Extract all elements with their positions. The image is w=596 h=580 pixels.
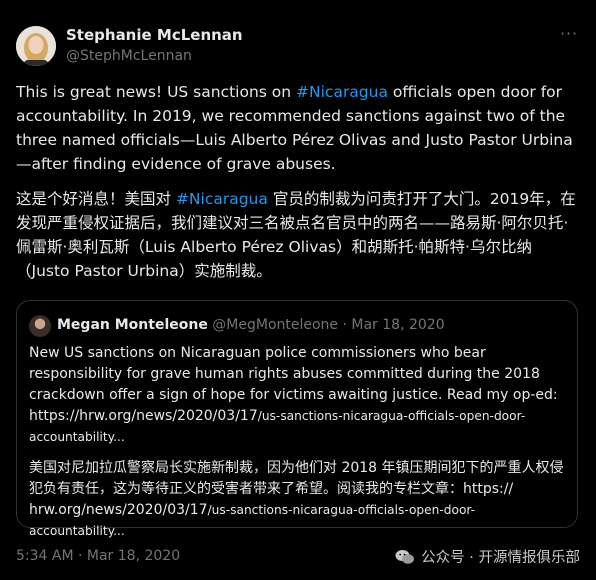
tweet-text-chinese: 这是个好消息！美国对 #Nicaragua 官员的制裁为问责打开了大门。2019… <box>16 187 580 283</box>
watermark: 公众号 · 开源情报俱乐部 <box>395 546 580 567</box>
text-segment: 美国对尼加拉瓜警察局长实施新制裁，因为他们对 2018 年镇压期间犯下的严重人权… <box>29 460 564 497</box>
link-host[interactable]: hrw.org/news/2020/03/17 <box>29 502 208 518</box>
quoted-tweet-header: Megan Monteleone @MegMonteleone · Mar 18… <box>57 317 445 333</box>
tweet-timestamp[interactable]: 5:34 AM · Mar 18, 2020 <box>16 548 180 564</box>
text-segment: New US sanctions on Nicaraguan police co… <box>29 345 558 403</box>
tweet-text-english: This is great news! US sanctions on #Nic… <box>16 80 580 176</box>
quoted-tweet-text: New US sanctions on Nicaraguan police co… <box>29 343 569 552</box>
text-segment: This is great news! US sanctions on <box>16 83 297 101</box>
tweet-card: Stephanie McLennan @StephMcLennan ··· Th… <box>0 0 596 580</box>
quoted-author-avatar[interactable] <box>29 315 51 337</box>
ellipsis-icon[interactable]: ··· <box>558 26 580 44</box>
quoted-author-handle[interactable]: @MegMonteleone <box>212 317 338 333</box>
hashtag-link[interactable]: #Nicaragua <box>296 83 388 101</box>
author-avatar[interactable] <box>16 26 56 66</box>
profile-photo-icon <box>16 26 56 66</box>
tweet-text: This is great news! US sanctions on #Nic… <box>16 80 580 294</box>
quoted-link-english[interactable]: https://hrw.org/news/2020/03/17/us-sanct… <box>29 408 525 445</box>
quoted-text-english: New US sanctions on Nicaraguan police co… <box>29 343 569 448</box>
quoted-tweet-date[interactable]: · Mar 18, 2020 <box>343 317 445 333</box>
link-host[interactable]: https://hrw.org/news/2020/03/17 <box>29 408 258 424</box>
quoted-author-name[interactable]: Megan Monteleone <box>57 317 208 333</box>
quoted-text-chinese: 美国对尼加拉瓜警察局长实施新制裁，因为他们对 2018 年镇压期间犯下的严重人权… <box>29 458 569 542</box>
text-segment: 这是个好消息！美国对 <box>16 190 176 208</box>
hashtag-link[interactable]: #Nicaragua <box>176 190 268 208</box>
quoted-tweet[interactable]: Megan Monteleone @MegMonteleone · Mar 18… <box>16 300 578 538</box>
author-name[interactable]: Stephanie McLennan <box>66 26 243 44</box>
wechat-icon <box>395 549 415 564</box>
quoted-link-chinese[interactable]: hrw.org/news/2020/03/17/us-sanctions-nic… <box>29 502 475 539</box>
watermark-text: 公众号 · 开源情报俱乐部 <box>421 550 580 566</box>
author-handle[interactable]: @StephMcLennan <box>66 48 192 64</box>
